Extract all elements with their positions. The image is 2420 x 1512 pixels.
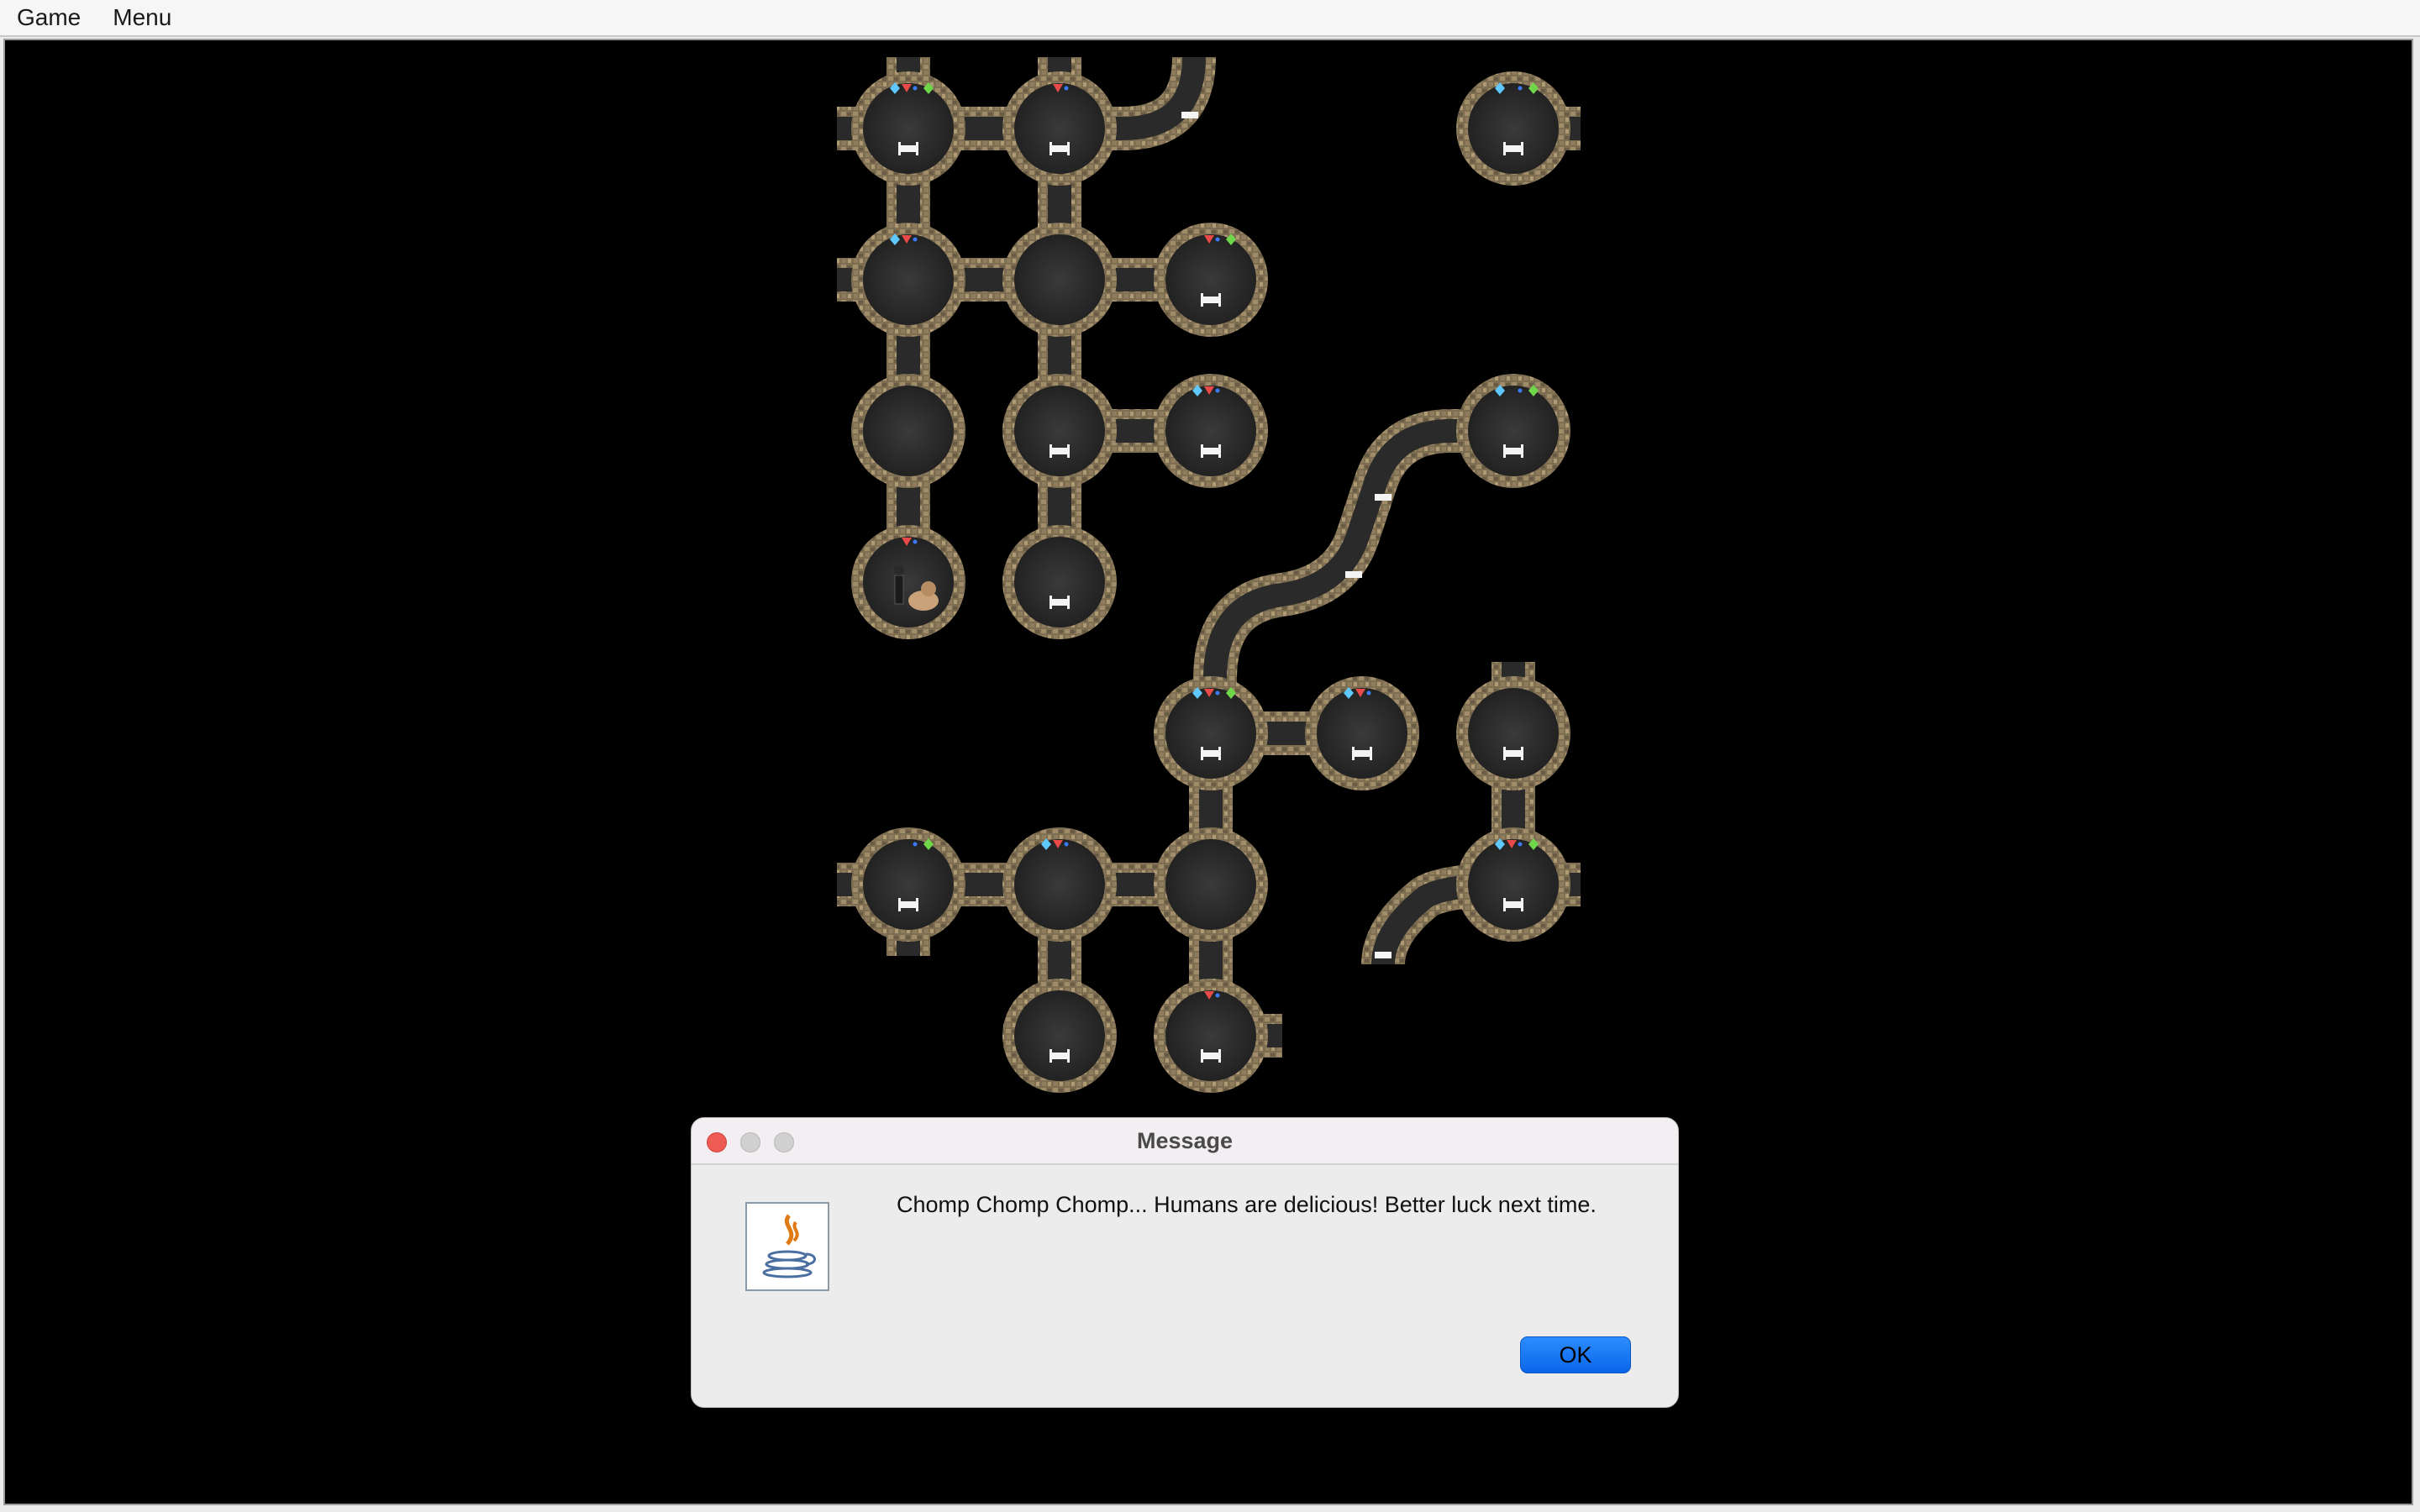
bed-icon bbox=[1202, 297, 1219, 303]
room-floor bbox=[1165, 688, 1256, 779]
room-floor bbox=[863, 839, 954, 930]
bed-icon bbox=[1503, 898, 1506, 911]
bed-icon bbox=[1202, 448, 1219, 454]
potion-icon bbox=[1064, 86, 1069, 91]
potion-icon bbox=[1518, 842, 1523, 847]
bed-icon bbox=[1521, 898, 1523, 911]
room-floor bbox=[1468, 83, 1559, 174]
room-floor bbox=[1014, 83, 1105, 174]
bed-icon bbox=[1375, 952, 1392, 958]
bed-icon bbox=[900, 901, 917, 908]
bed-icon bbox=[1218, 444, 1221, 458]
potion-icon bbox=[1518, 388, 1523, 393]
ok-button[interactable]: OK bbox=[1520, 1336, 1631, 1373]
menu-game[interactable]: Game bbox=[2, 4, 96, 31]
potion-icon bbox=[1215, 237, 1220, 242]
room-floor bbox=[1468, 688, 1559, 779]
potion-icon bbox=[1215, 690, 1220, 696]
bed-icon bbox=[916, 898, 918, 911]
bed-icon bbox=[1352, 747, 1355, 760]
message-dialog: Message Chomp Chomp Chomp... Humans are … bbox=[691, 1117, 1679, 1408]
dialog-titlebar: Message bbox=[692, 1118, 1678, 1165]
bed-icon bbox=[1050, 142, 1052, 155]
bed-icon bbox=[1050, 596, 1052, 609]
room-floor bbox=[1014, 990, 1105, 1081]
room-floor bbox=[1468, 386, 1559, 476]
bed-icon bbox=[1218, 293, 1221, 307]
player-icon bbox=[894, 575, 904, 605]
monster-head-icon bbox=[921, 581, 936, 596]
bed-icon bbox=[1067, 1049, 1070, 1063]
bed-icon bbox=[900, 145, 917, 152]
bed-icon bbox=[1181, 112, 1198, 118]
potion-icon bbox=[1518, 86, 1523, 91]
bed-icon bbox=[1050, 444, 1052, 458]
bed-icon bbox=[1067, 142, 1070, 155]
bed-icon bbox=[1503, 142, 1506, 155]
bed-icon bbox=[1202, 1053, 1219, 1059]
room-floor bbox=[1014, 386, 1105, 476]
bed-icon bbox=[1050, 1049, 1052, 1063]
bed-icon bbox=[898, 898, 901, 911]
room-floor bbox=[1014, 234, 1105, 325]
bed-icon bbox=[1201, 293, 1203, 307]
bed-icon bbox=[1218, 747, 1221, 760]
dialog-message: Chomp Chomp Chomp... Humans are deliciou… bbox=[897, 1192, 1597, 1217]
room-floor bbox=[1165, 386, 1256, 476]
zoom-button[interactable] bbox=[774, 1132, 794, 1152]
bed-icon bbox=[1505, 145, 1522, 152]
potion-icon bbox=[1215, 388, 1220, 393]
room-floor bbox=[863, 234, 954, 325]
room-floor bbox=[1165, 839, 1256, 930]
bed-icon bbox=[1218, 1049, 1221, 1063]
player-head-icon bbox=[894, 565, 904, 575]
bed-icon bbox=[1521, 444, 1523, 458]
bed-icon bbox=[1505, 448, 1522, 454]
room-floor bbox=[1317, 688, 1407, 779]
potion-icon bbox=[913, 539, 918, 544]
bed-icon bbox=[1503, 444, 1506, 458]
bed-icon bbox=[1201, 1049, 1203, 1063]
bed-icon bbox=[1201, 747, 1203, 760]
bed-icon bbox=[1051, 1053, 1068, 1059]
java-icon bbox=[745, 1202, 829, 1291]
potion-icon bbox=[913, 237, 918, 242]
bed-icon bbox=[898, 142, 901, 155]
dialog-title: Message bbox=[1136, 1127, 1234, 1153]
bed-icon bbox=[1201, 444, 1203, 458]
close-button[interactable] bbox=[707, 1132, 727, 1152]
bed-icon bbox=[916, 142, 918, 155]
room-floor bbox=[1165, 990, 1256, 1081]
minimize-button[interactable] bbox=[740, 1132, 760, 1152]
room-floor bbox=[1165, 234, 1256, 325]
bed-icon bbox=[1505, 750, 1522, 757]
room-floor bbox=[1014, 537, 1105, 627]
bed-icon bbox=[1370, 747, 1372, 760]
room-floor bbox=[1468, 839, 1559, 930]
potion-icon bbox=[913, 842, 918, 847]
bed-icon bbox=[1521, 142, 1523, 155]
room-floor bbox=[1014, 839, 1105, 930]
bed-icon bbox=[1505, 901, 1522, 908]
bed-icon bbox=[1051, 145, 1068, 152]
bed-icon bbox=[1051, 448, 1068, 454]
bed-icon bbox=[1067, 596, 1070, 609]
potion-icon bbox=[913, 86, 918, 91]
room-floor bbox=[863, 83, 954, 174]
bed-icon bbox=[1202, 750, 1219, 757]
menu-bar: Game Menu bbox=[0, 0, 2420, 37]
bed-icon bbox=[1067, 444, 1070, 458]
bed-icon bbox=[1345, 571, 1362, 578]
potion-icon bbox=[1064, 842, 1069, 847]
bed-icon bbox=[1051, 599, 1068, 606]
potion-icon bbox=[1215, 993, 1220, 998]
room-floor bbox=[863, 386, 954, 476]
menu-menu[interactable]: Menu bbox=[97, 4, 187, 31]
room-floor bbox=[863, 537, 954, 627]
potion-icon bbox=[1366, 690, 1371, 696]
bed-icon bbox=[1503, 747, 1506, 760]
bed-icon bbox=[1375, 494, 1392, 501]
bed-icon bbox=[1521, 747, 1523, 760]
bed-icon bbox=[1354, 750, 1370, 757]
